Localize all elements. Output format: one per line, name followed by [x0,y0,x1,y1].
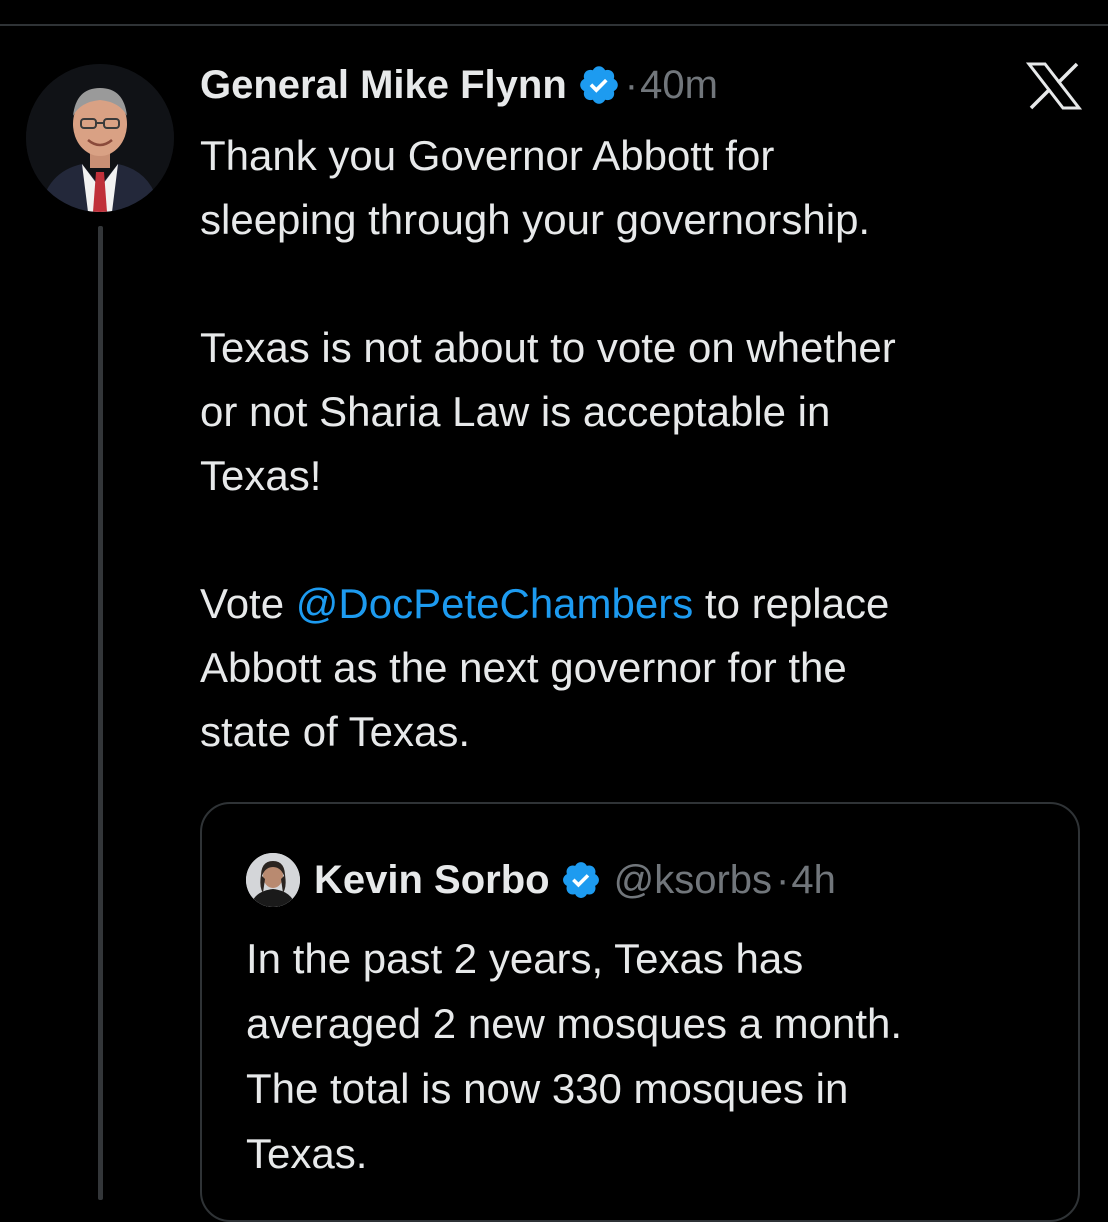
quoted-tweet-card[interactable]: Kevin Sorbo @ksorbs · 4h In the past 2 y… [200,802,1080,1222]
tweet-text-line: Thank you Governor Abbott for [200,132,775,179]
tweet-text: Thank you Governor Abbott for sleeping t… [200,124,1080,764]
vote-prefix: Vote [200,580,296,627]
quoted-author-photo [246,853,300,907]
tweet-text-line: state of Texas. [200,708,471,755]
verified-badge-icon[interactable] [577,63,621,107]
tweet-text-line: sleeping through your governorship. [200,196,871,243]
quoted-text-line: In the past 2 years, Texas has [246,935,804,982]
top-divider [0,24,1108,26]
tweet-text-line: Abbott as the next governor for the [200,644,847,691]
header-separator: · [624,62,639,107]
verified-badge-icon[interactable] [560,859,602,901]
mention-link[interactable]: @DocPeteChambers [296,580,693,627]
quoted-author-handle[interactable]: @ksorbs [614,858,772,903]
thread-connector-line [98,226,103,1200]
quoted-tweet-header: Kevin Sorbo @ksorbs · 4h [246,850,836,910]
tweet-header: General Mike Flynn · 40m [200,60,718,110]
quoted-text-line: The total is now 330 mosques in [246,1065,849,1112]
tweet-text-line: Texas! [200,452,322,499]
author-name[interactable]: General Mike Flynn [200,63,567,108]
author-avatar[interactable] [26,64,174,212]
quoted-tweet-timestamp[interactable]: 4h [791,858,836,903]
tweet-timestamp[interactable]: 40m [640,63,718,108]
x-logo-icon [1025,62,1083,110]
quoted-header-separator: · [776,857,790,902]
quoted-text-line: Texas. [246,1130,368,1177]
quoted-author-name[interactable]: Kevin Sorbo [314,858,550,903]
tweet-text-line: Texas is not about to vote on whether [200,324,896,371]
quoted-tweet-text: In the past 2 years, Texas has averaged … [246,926,1056,1186]
tweet-text-line-vote: Vote @DocPeteChambers to replace [200,572,1080,636]
tweet-text-line: or not Sharia Law is acceptable in [200,388,831,435]
quoted-author-avatar[interactable] [246,853,300,907]
vote-suffix: to replace [693,580,890,627]
quoted-text-line: averaged 2 new mosques a month. [246,1000,903,1047]
author-photo [26,64,174,212]
